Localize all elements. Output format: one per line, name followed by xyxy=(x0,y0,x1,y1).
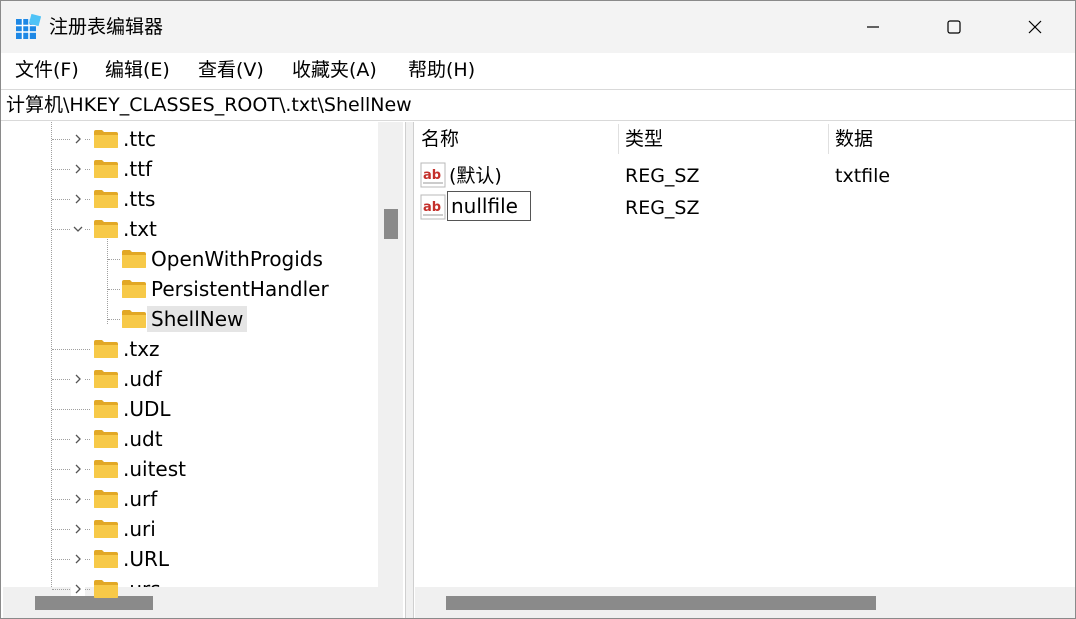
folder-icon xyxy=(94,370,118,388)
tree-connector-line xyxy=(52,349,90,350)
tree-connector-line xyxy=(108,259,120,260)
chevron-right-icon xyxy=(75,524,81,534)
tree-item[interactable]: .URL xyxy=(119,546,173,572)
close-icon xyxy=(1028,20,1042,34)
folder-icon xyxy=(94,550,118,568)
value-list-pane[interactable]: 名称 类型 数据 ab (默认) REG_SZ txtfile ab nullf… xyxy=(415,122,1075,618)
chevron-right-icon xyxy=(75,134,81,144)
folder-icon xyxy=(94,460,118,478)
chevron-right-icon xyxy=(75,494,81,504)
menu-file[interactable]: 文件(F) xyxy=(15,57,79,83)
tree-vertical-scroll-thumb[interactable] xyxy=(384,209,398,239)
chevron-down-icon xyxy=(73,226,83,232)
tree-item[interactable]: .txz xyxy=(119,336,164,362)
close-button[interactable] xyxy=(1012,1,1058,53)
tree-item[interactable]: .uitest xyxy=(119,456,190,482)
maximize-icon xyxy=(947,20,961,34)
tree-expand-toggle[interactable] xyxy=(71,192,85,206)
tree-expand-toggle[interactable] xyxy=(71,432,85,446)
folder-icon xyxy=(94,490,118,508)
menu-favorites[interactable]: 收藏夹(A) xyxy=(292,57,377,83)
chevron-right-icon xyxy=(75,584,81,594)
tree-item[interactable]: .udt xyxy=(119,426,167,452)
tree-connector-line xyxy=(108,319,120,320)
tree-item[interactable]: .UDL xyxy=(119,396,175,422)
minimize-icon xyxy=(867,26,879,28)
maximize-button[interactable] xyxy=(931,1,977,53)
chevron-right-icon xyxy=(75,434,81,444)
address-path[interactable]: 计算机\HKEY_CLASSES_ROOT\.txt\ShellNew xyxy=(6,92,412,118)
folder-icon xyxy=(94,190,118,208)
tree-connector-line xyxy=(107,234,108,324)
rename-input[interactable]: nullfile xyxy=(447,191,531,221)
tree-collapse-toggle[interactable] xyxy=(71,222,85,236)
value-row[interactable]: ab (默认) REG_SZ txtfile xyxy=(415,160,1075,192)
tree-item[interactable]: .ttc xyxy=(119,126,160,152)
tree-expand-toggle[interactable] xyxy=(71,132,85,146)
tree-expand-toggle[interactable] xyxy=(71,462,85,476)
folder-icon xyxy=(94,520,118,538)
folder-icon xyxy=(94,220,118,238)
tree-expand-toggle[interactable] xyxy=(71,162,85,176)
folder-icon xyxy=(122,310,146,328)
tree-vertical-scrollbar[interactable] xyxy=(378,122,403,587)
window-title: 注册表编辑器 xyxy=(49,16,164,38)
address-bar[interactable]: 计算机\HKEY_CLASSES_ROOT\.txt\ShellNew xyxy=(1,89,1075,121)
tree-item[interactable]: PersistentHandler xyxy=(147,276,333,302)
chevron-right-icon xyxy=(75,194,81,204)
tree-connector-line xyxy=(51,122,52,587)
folder-icon xyxy=(122,250,146,268)
tree-expand-toggle[interactable] xyxy=(71,492,85,506)
pane-splitter[interactable] xyxy=(405,122,414,618)
tree-connector-line xyxy=(52,409,90,410)
chevron-right-icon xyxy=(75,374,81,384)
tree-item[interactable]: .urf xyxy=(119,486,161,512)
value-type: REG_SZ xyxy=(625,165,700,187)
menu-help[interactable]: 帮助(H) xyxy=(408,57,475,83)
tree-item[interactable]: .uri xyxy=(119,516,160,542)
tree-expand-toggle[interactable] xyxy=(71,552,85,566)
tree-expand-toggle[interactable] xyxy=(71,582,85,596)
folder-icon xyxy=(94,130,118,148)
value-data: txtfile xyxy=(835,165,891,187)
folder-icon xyxy=(94,430,118,448)
string-value-icon: ab xyxy=(420,162,446,188)
folder-icon xyxy=(122,280,146,298)
menu-view[interactable]: 查看(V) xyxy=(198,57,264,83)
folder-icon xyxy=(94,160,118,178)
tree-item[interactable]: .udf xyxy=(119,366,166,392)
title-bar[interactable]: 注册表编辑器 xyxy=(1,1,1075,53)
regedit-window: 注册表编辑器 文件(F) 编辑(E) 查看(V) 收藏夹(A) 帮助(H) 计算… xyxy=(0,0,1076,619)
key-tree-pane[interactable]: .ttc .ttf .tts .txt OpenWithProgids Persisten… xyxy=(3,122,403,618)
tree-item[interactable]: OpenWithProgids xyxy=(147,246,327,272)
string-value-icon: ab xyxy=(420,194,446,220)
column-header-data[interactable]: 数据 xyxy=(829,122,1075,156)
registry-editor-icon xyxy=(16,14,41,39)
menu-bar: 文件(F) 编辑(E) 查看(V) 收藏夹(A) 帮助(H) xyxy=(1,53,1075,87)
chevron-right-icon xyxy=(75,464,81,474)
chevron-right-icon xyxy=(75,164,81,174)
svg-text:ab: ab xyxy=(423,168,441,183)
chevron-right-icon xyxy=(75,554,81,564)
tree-item[interactable]: .tts xyxy=(119,186,159,212)
folder-icon xyxy=(94,340,118,358)
list-horizontal-scroll-thumb[interactable] xyxy=(446,596,876,610)
tree-connector-line xyxy=(108,289,120,290)
menu-edit[interactable]: 编辑(E) xyxy=(105,57,170,83)
value-row[interactable]: ab nullfile REG_SZ xyxy=(415,191,1075,224)
folder-icon xyxy=(94,400,118,418)
value-name: (默认) xyxy=(449,165,502,187)
tree-expand-toggle[interactable] xyxy=(71,372,85,386)
column-header-type[interactable]: 类型 xyxy=(619,122,828,156)
value-type: REG_SZ xyxy=(625,197,700,219)
svg-text:ab: ab xyxy=(423,200,441,215)
minimize-button[interactable] xyxy=(850,1,896,53)
tree-expand-toggle[interactable] xyxy=(71,522,85,536)
tree-item[interactable]: .ttf xyxy=(119,156,156,182)
folder-icon xyxy=(94,580,118,598)
tree-item-selected[interactable]: ShellNew xyxy=(147,306,248,332)
column-header-name[interactable]: 名称 xyxy=(415,122,618,156)
tree-item[interactable]: .txt xyxy=(119,216,161,242)
